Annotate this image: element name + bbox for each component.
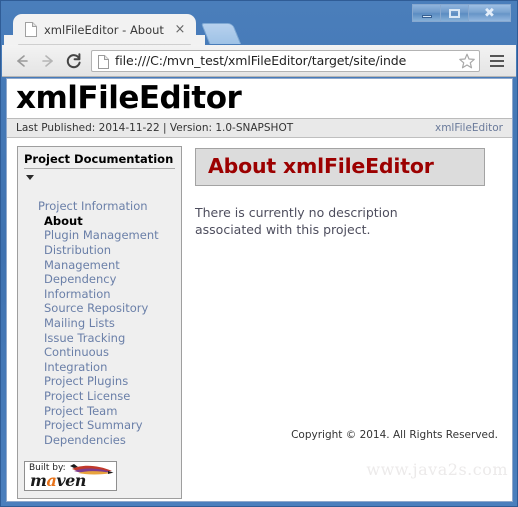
sidebar-menu: Project Information About Plugin Managem… bbox=[24, 170, 175, 447]
maven-wordmark: maven bbox=[30, 473, 86, 489]
menu-line-1 bbox=[490, 54, 504, 57]
sidebar-item-mailing-lists[interactable]: Mailing Lists bbox=[24, 316, 175, 331]
sidebar-item-issue-tracking[interactable]: Issue Tracking bbox=[24, 331, 175, 346]
address-bar-text: file:///C:/mvn_test/xmlFileEditor/target… bbox=[115, 53, 407, 68]
chrome-menu-icon[interactable] bbox=[486, 50, 508, 72]
copyright-text: Copyright © 2014. All Rights Reserved. bbox=[291, 429, 498, 441]
site-banner: xmlFileEditor bbox=[7, 79, 512, 119]
browser-window: ✖ xmlFileEditor - About × file:///C:/mvn… bbox=[0, 0, 518, 507]
maven-word-post: ven bbox=[56, 471, 86, 491]
sidebar-item-project-information[interactable]: Project Information bbox=[24, 170, 175, 214]
sidebar-item-project-plugins[interactable]: Project Plugins bbox=[24, 374, 175, 389]
address-bar[interactable]: file:///C:/mvn_test/xmlFileEditor/target… bbox=[91, 49, 480, 72]
watermark-text: www.java2s.com bbox=[366, 460, 508, 479]
sidebar-item-source-repository[interactable]: Source Repository bbox=[24, 301, 175, 316]
sidebar-item-distribution-management[interactable]: Distribution Management bbox=[24, 243, 175, 272]
tab-xmlfileeditor-about[interactable]: xmlFileEditor - About × bbox=[4, 14, 205, 45]
sidebar-heading: Project Documentation bbox=[24, 152, 175, 169]
navigation-box: Project Documentation Project Informatio… bbox=[17, 146, 182, 500]
back-button[interactable] bbox=[9, 48, 35, 74]
site-title: xmlFileEditor bbox=[16, 80, 242, 116]
page-viewport: xmlFileEditor Last Published: 2014-11-22… bbox=[6, 78, 513, 502]
sidebar-item-project-summary[interactable]: Project Summary bbox=[24, 418, 175, 433]
sidebar-item-dependency-information[interactable]: Dependency Information bbox=[24, 272, 175, 301]
browser-toolbar: file:///C:/mvn_test/xmlFileEditor/target… bbox=[2, 45, 516, 77]
bookmark-star-icon[interactable] bbox=[458, 52, 476, 70]
reload-button[interactable] bbox=[61, 48, 87, 74]
window-frame: ✖ xmlFileEditor - About × file:///C:/mvn… bbox=[0, 0, 518, 507]
menu-line-2 bbox=[490, 59, 504, 62]
maven-word-accent: a bbox=[46, 471, 57, 491]
description-paragraph: There is currently no description associ… bbox=[195, 204, 398, 237]
page-title: About xmlFileEditor bbox=[208, 154, 434, 178]
last-published-text: Last Published: 2014-11-22 | Version: 1.… bbox=[16, 122, 294, 134]
main-content: About xmlFileEditor There is currently n… bbox=[185, 138, 512, 483]
sidebar-item-about[interactable]: About bbox=[24, 214, 175, 229]
sidebar-item-continuous-integration[interactable]: Continuous Integration bbox=[24, 345, 175, 374]
sidebar-item-project-license[interactable]: Project License bbox=[24, 389, 175, 404]
new-tab-button[interactable] bbox=[200, 23, 242, 44]
tab-title: xmlFileEditor - About bbox=[44, 22, 164, 37]
page-favicon-icon bbox=[25, 22, 37, 37]
forward-button[interactable] bbox=[35, 48, 61, 74]
maven-word-pre: m bbox=[30, 471, 47, 491]
publish-info-bar: Last Published: 2014-11-22 | Version: 1.… bbox=[7, 119, 512, 138]
page-body: Project Documentation Project Informatio… bbox=[7, 138, 512, 500]
title-bar: ✖ xmlFileEditor - About × bbox=[1, 1, 517, 45]
menu-line-3 bbox=[490, 64, 504, 67]
section-header: About xmlFileEditor bbox=[195, 148, 485, 186]
sidebar: Project Documentation Project Informatio… bbox=[7, 138, 185, 500]
caret-down-icon bbox=[26, 175, 34, 180]
tab-close-icon[interactable]: × bbox=[172, 22, 188, 38]
built-by-maven-badge[interactable]: Built by: maven bbox=[24, 461, 117, 492]
sidebar-item-label: Project Information bbox=[38, 199, 148, 214]
tab-strip: xmlFileEditor - About × bbox=[2, 14, 516, 45]
project-link[interactable]: xmlFileEditor bbox=[435, 122, 503, 134]
sidebar-item-plugin-management[interactable]: Plugin Management bbox=[24, 228, 175, 243]
page-footer: Copyright © 2014. All Rights Reserved. w… bbox=[185, 429, 512, 483]
url-page-icon bbox=[98, 54, 109, 69]
sidebar-item-project-team[interactable]: Project Team bbox=[24, 404, 175, 419]
sidebar-item-dependencies[interactable]: Dependencies bbox=[24, 433, 175, 448]
